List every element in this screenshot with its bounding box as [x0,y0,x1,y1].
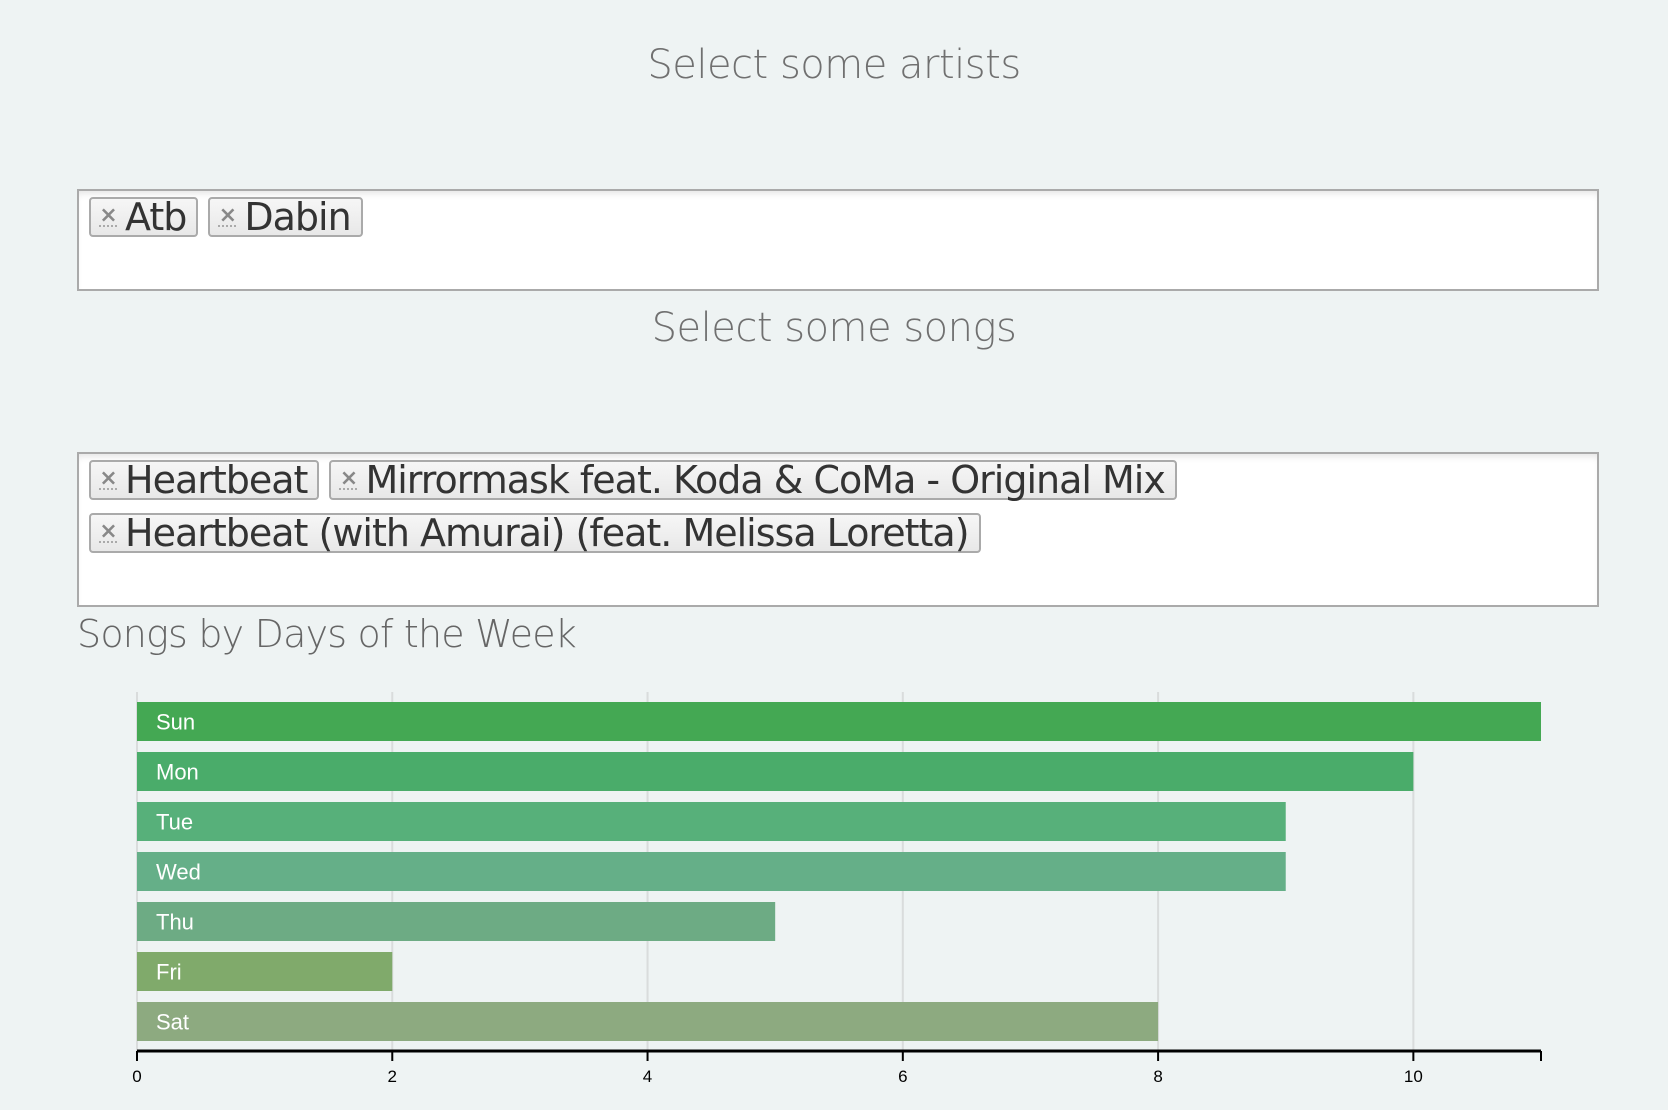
bar-tue [137,802,1286,841]
bar-label-sat: Sat [156,1010,189,1035]
bar-wed [137,852,1286,891]
x-tick-label: 8 [1153,1067,1162,1086]
x-tick-label: 0 [132,1067,141,1086]
bar-label-mon: Mon [156,760,199,785]
bar-sun [137,702,1541,741]
bar-label-fri: Fri [156,960,182,985]
x-tick-label: 10 [1404,1067,1423,1086]
bar-thu [137,902,776,941]
x-tick-label: 4 [643,1067,652,1086]
bar-mon [137,752,1414,791]
bar-label-sun: Sun [156,710,195,735]
x-tick-label: 2 [388,1067,397,1086]
days-bar-chart: Sun Mon Tue Wed Thu Fri Sat 0 2 4 6 8 10 [132,692,1542,1086]
bar-label-thu: Thu [156,910,194,935]
bar-label-wed: Wed [156,860,201,885]
x-tick-label: 6 [898,1067,907,1086]
bar-sat [137,1002,1159,1041]
bar-label-tue: Tue [156,810,193,835]
